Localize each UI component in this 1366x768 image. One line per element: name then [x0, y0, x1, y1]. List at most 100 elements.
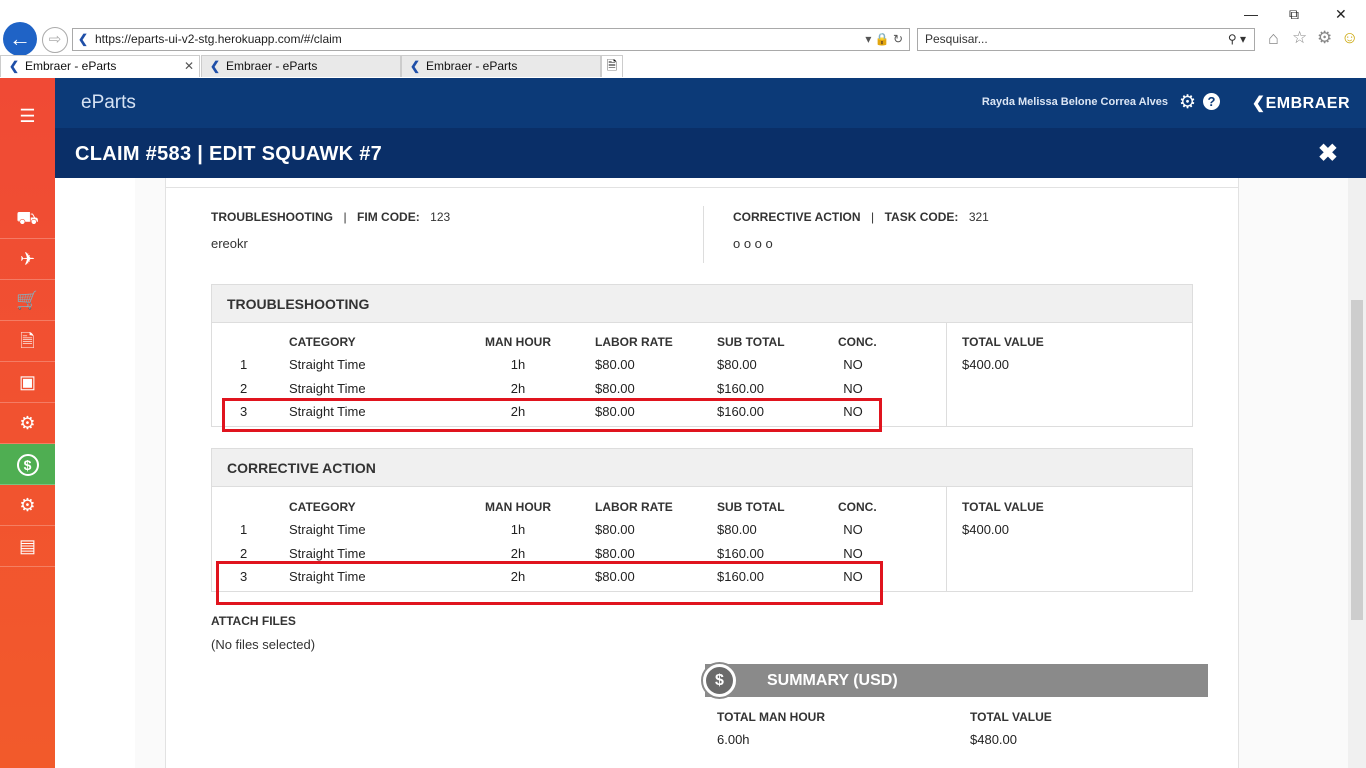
restore-icon[interactable]: ⧉ [1289, 6, 1299, 23]
tools-gear-icon[interactable]: ⚙ [1317, 28, 1332, 48]
new-tab-icon: 🗎 [606, 58, 618, 73]
troubleshooting-text: ereokr [211, 236, 248, 251]
column-header-category: CATEGORY [289, 335, 356, 349]
column-header-total-value: TOTAL VALUE [962, 500, 1044, 514]
cell-category: Straight Time [289, 522, 366, 537]
settings-icon: ⚙ [19, 495, 36, 515]
cell-category: Straight Time [289, 357, 366, 372]
corrective-text: o o o o [733, 236, 773, 251]
scrollbar[interactable] [1348, 178, 1366, 768]
attach-files-label[interactable]: ATTACH FILES [211, 614, 296, 628]
tab-close-icon[interactable]: ✕ [184, 56, 194, 76]
scrollbar-thumb[interactable] [1351, 300, 1363, 620]
column-header-category: CATEGORY [289, 500, 356, 514]
back-button[interactable]: ← [3, 22, 37, 56]
refresh-icon[interactable]: ▾ 🔒 ↻ [865, 29, 903, 50]
cell-labor-rate: $80.00 [595, 380, 635, 396]
cell-labor-rate: $80.00 [595, 545, 635, 561]
task-code-label: TASK CODE: [884, 210, 959, 224]
tab-label: Embraer - eParts [25, 59, 117, 73]
separator: | [343, 210, 347, 224]
column-header-labor-rate: LABOR RATE [595, 500, 673, 514]
total-value: $400.00 [962, 522, 1009, 537]
embraer-logo-text: EMBRAER [1265, 95, 1350, 112]
sidebar-item-claims[interactable]: $ [0, 444, 55, 485]
cell-sub-total: $160.00 [717, 545, 764, 561]
sidebar-item-exchange[interactable]: ⚙ [0, 403, 55, 444]
search-input[interactable]: Pesquisar... ⚲ ▾ [917, 28, 1255, 51]
cell-conc: NO [843, 357, 863, 372]
embraer-logo: ❮EMBRAER [1252, 93, 1350, 113]
sidebar-item-airplane[interactable]: ✈ [0, 239, 55, 280]
total-man-hour-value: 6.00h [717, 732, 750, 747]
cell-n: 1 [240, 357, 248, 372]
address-bar[interactable]: ❮ https://eparts-ui-v2-stg.herokuapp.com… [72, 28, 910, 51]
summary-title: SUMMARY (USD) [767, 672, 898, 689]
browser-tab-2[interactable]: ❮ Embraer - eParts [201, 55, 401, 77]
search-icon[interactable]: ⚲ ▾ [1228, 29, 1246, 50]
cell-man-hour: 2h [510, 380, 526, 396]
gear-icon[interactable]: ⚙ [1179, 91, 1196, 114]
column-header-labor-rate: LABOR RATE [595, 335, 673, 349]
browser-tab-3[interactable]: ❮ Embraer - eParts [401, 55, 601, 77]
cell-n: 2 [240, 380, 248, 396]
modal-title: CLAIM #583 | EDIT SQUAWK #7 [75, 143, 383, 165]
cell-man-hour: 2h [510, 545, 526, 561]
column-header-sub-total: SUB TOTAL [717, 500, 785, 514]
app-name: eParts [81, 92, 136, 113]
menu-icon[interactable]: ☰ [0, 96, 55, 137]
cell-labor-rate: $80.00 [595, 357, 635, 372]
embraer-logo-icon: ❮ [1251, 95, 1266, 112]
sidebar-item-reports[interactable]: ▤ [0, 526, 55, 567]
sidebar-item-cart[interactable]: 🛒 [0, 280, 55, 321]
search-placeholder: Pesquisar... [925, 32, 988, 46]
site-favicon-icon: ❮ [78, 32, 89, 46]
user-name[interactable]: Rayda Melissa Belone Correa Alves [982, 96, 1168, 108]
close-icon[interactable]: ✖ [1318, 139, 1338, 168]
cell-man-hour: 1h [510, 357, 526, 372]
sidebar-item-settings[interactable]: ⚙ [0, 485, 55, 526]
url-prefix: https:// [95, 32, 132, 46]
total-man-hour-label: TOTAL MAN HOUR [717, 710, 825, 724]
panel-title: CORRECTIVE ACTION [212, 449, 1192, 487]
minimize-icon[interactable]: — [1244, 6, 1258, 22]
summary-total-value-label: TOTAL VALUE [970, 710, 1052, 724]
troubleshooting-code-header: TROUBLESHOOTING | FIM CODE: 123 [211, 208, 450, 226]
help-icon[interactable]: ? [1203, 93, 1220, 110]
cell-conc: NO [843, 545, 863, 561]
panel-title: TROUBLESHOOTING [212, 285, 1192, 323]
new-tab-button[interactable]: 🗎 [601, 55, 623, 77]
highlight-box [222, 398, 882, 432]
sidebar-item-truck[interactable]: ⛟ [0, 198, 55, 239]
sidebar-item-documents[interactable]: 🗎 [0, 321, 55, 362]
corrective-code-header: CORRECTIVE ACTION | TASK CODE: 321 [733, 208, 989, 226]
favorites-star-icon[interactable]: ☆ [1292, 28, 1307, 48]
dollar-icon: $ [16, 454, 39, 476]
total-value: $400.00 [962, 357, 1009, 372]
forward-button[interactable]: ⇨ [42, 27, 68, 53]
browser-tab-1[interactable]: ❮ Embraer - eParts ✕ [0, 55, 200, 77]
highlight-box [216, 561, 883, 605]
document-icon: 🗎 [20, 331, 35, 351]
attach-files-status: (No files selected) [211, 637, 316, 652]
bar-chart-icon: ▤ [18, 536, 36, 556]
sidebar-item-returns[interactable]: ▣ [0, 362, 55, 403]
cell-conc: NO [843, 380, 863, 396]
cell-n: 1 [240, 522, 248, 537]
dollar-icon: $ [701, 662, 738, 699]
column-header-conc: CONC. [838, 335, 877, 349]
url-path: /#/claim [300, 32, 342, 46]
column-header-man-hour: MAN HOUR [485, 335, 551, 349]
smiley-icon[interactable]: ☺ [1341, 28, 1358, 48]
close-window-icon[interactable]: ✕ [1335, 6, 1347, 23]
cell-sub-total: $160.00 [717, 380, 764, 396]
column-header-conc: CONC. [838, 500, 877, 514]
task-code-value: 321 [968, 210, 989, 224]
fim-code-label: FIM CODE: [357, 210, 420, 224]
cell-category: Straight Time [289, 545, 366, 561]
home-icon[interactable]: ⌂ [1268, 28, 1279, 49]
cell-sub-total: $80.00 [717, 357, 757, 372]
fim-code-value: 123 [430, 210, 451, 224]
summary-total-value: $480.00 [970, 732, 1017, 747]
cart-icon: 🛒 [16, 290, 39, 310]
